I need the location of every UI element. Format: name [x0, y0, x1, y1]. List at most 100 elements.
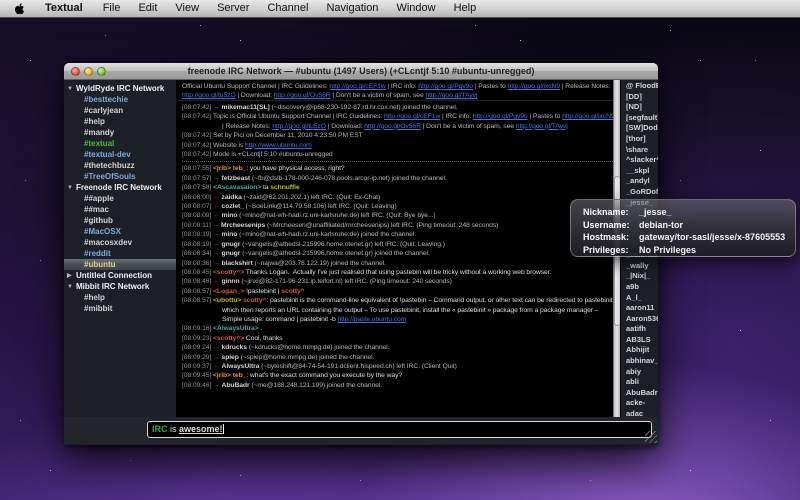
text-segment: ginnn: [222, 278, 240, 285]
text-segment: | Don't be a victim of spam, see: [331, 92, 426, 99]
menu-navigation[interactable]: Navigation: [317, 0, 387, 17]
sidebar-item-macosxdev[interactable]: #macosxdev: [64, 237, 176, 248]
text-segment: | Download:: [326, 123, 364, 130]
title-bar[interactable]: freenode IRC Network — #ubuntu (1497 Use…: [64, 63, 658, 80]
tooltip-label: Hostmask:: [583, 231, 639, 244]
list-item-user[interactable]: abli: [626, 377, 658, 388]
apple-menu-icon[interactable]: [14, 3, 26, 15]
message-line: [08:09:45] <jrib> teb_: what's the exact…: [182, 371, 617, 380]
sidebar-item-mibbit[interactable]: #mibbit: [64, 303, 176, 314]
triangle-down-icon[interactable]: ▼: [67, 284, 76, 290]
sidebar-item-TreeOfSouls[interactable]: #TreeOfSouls: [64, 171, 176, 182]
message-line: [08:07:57] → fetzbeast (~fb@dslb-178-000…: [182, 174, 617, 183]
sidebar-item-MacOSX[interactable]: #MacOSX: [64, 226, 176, 237]
list-item-user[interactable]: \share: [626, 145, 658, 156]
server-group-mibbit-irc-network[interactable]: ▼Mibbit IRC Network: [64, 281, 176, 292]
menu-file[interactable]: File: [94, 0, 130, 17]
timestamp: [08:08:34]: [182, 250, 213, 257]
message-line: [08:08:19] ← gnugr (~vangelis@athedsl-21…: [182, 240, 617, 249]
list-item-user[interactable]: Aaron5367|detach: [626, 314, 658, 325]
link[interactable]: http://goo.gl/tu5zO: [182, 92, 236, 99]
message-line: [08:07:42] → mikemac11[SL] (~discovery@i…: [182, 103, 617, 112]
sidebar-item-apple[interactable]: ##apple: [64, 193, 176, 204]
link[interactable]: http://goo.gl/Pgv9o: [473, 113, 528, 120]
message-line: [08:09:23] <scotty^> Cool, thanks: [182, 334, 617, 343]
list-item-user[interactable]: acke-: [626, 398, 658, 409]
sidebar-item-besttechie[interactable]: #besttechie: [64, 94, 176, 105]
tooltip-label: Privileges:: [583, 244, 639, 257]
list-item-user[interactable]: __skpl: [626, 166, 658, 177]
server-group-untitled-connection[interactable]: ▶Untitled Connection: [64, 270, 176, 281]
list-item-user[interactable]: _GoRDoN_: [626, 187, 658, 198]
triangle-down-icon[interactable]: ▼: [67, 185, 76, 191]
link[interactable]: http://goo.gl/cEF1w: [329, 83, 385, 90]
sidebar-item-textual-dev[interactable]: #textual-dev: [64, 149, 176, 160]
server-group-label: Freenode IRC Network: [76, 183, 162, 192]
server-group-freenode-irc-network[interactable]: ▼Freenode IRC Network: [64, 182, 176, 193]
menu-window[interactable]: Window: [387, 0, 444, 17]
link[interactable]: http://goo.gl/Pgv9o: [418, 83, 473, 90]
timestamp: [08:09:37]: [182, 363, 213, 370]
text-segment: teb_: [233, 165, 247, 172]
text-segment: ←: [213, 222, 222, 229]
timestamp: [08:08:46]: [182, 278, 213, 285]
menu-edit[interactable]: Edit: [129, 0, 166, 17]
list-item-user[interactable]: @ FloodBot2: [626, 81, 658, 92]
link[interactable]: http://goo.gl/Ov56R: [274, 92, 331, 99]
list-item-user[interactable]: A_l_: [626, 293, 658, 304]
list-item-user[interactable]: [thor]: [626, 134, 658, 145]
triangle-right-icon[interactable]: ▶: [67, 272, 76, 279]
list-item-user[interactable]: _wally: [626, 261, 658, 272]
list-item-user[interactable]: abiy: [626, 367, 658, 378]
list-item-user[interactable]: AbuBadr: [626, 388, 658, 399]
list-item-user[interactable]: AB3LS: [626, 335, 658, 346]
link[interactable]: http://goo.gl/TAyvj: [516, 123, 568, 130]
text-segment: gnugr: [222, 241, 241, 248]
list-item-user[interactable]: adac: [626, 409, 658, 417]
link[interactable]: http://goo.gl/TAyvj: [425, 92, 477, 99]
sidebar-item-github[interactable]: #github: [64, 215, 176, 226]
list-item-user[interactable]: [DD]: [626, 92, 658, 103]
link[interactable]: http://goo.gl/cEF1w: [384, 113, 440, 120]
message-input[interactable]: IRC is awesome!: [147, 421, 652, 438]
menu-server[interactable]: Server: [208, 0, 258, 17]
message-line: [08:07:42] Website is http://www.ubuntu.…: [182, 141, 617, 150]
triangle-down-icon[interactable]: ▼: [67, 86, 76, 92]
menu-help[interactable]: Help: [445, 0, 486, 17]
sidebar-item-help[interactable]: #help: [64, 116, 176, 127]
menu-textual[interactable]: Textual: [36, 0, 94, 17]
list-item-user[interactable]: Abhijit: [626, 345, 658, 356]
link[interactable]: http://goo.gl/Ov56R: [364, 123, 421, 130]
resize-grip-icon[interactable]: [645, 431, 657, 443]
text-segment: →: [213, 354, 222, 361]
sidebar-item-carlyjean[interactable]: #carlyjean: [64, 105, 176, 116]
sidebar-item-mac[interactable]: ##mac: [64, 204, 176, 215]
timestamp: [08:08:09]: [182, 212, 213, 219]
menu-channel[interactable]: Channel: [258, 0, 317, 17]
link[interactable]: http://goo.gl/ixcN9: [562, 113, 615, 120]
server-group-wyldryde-irc-network[interactable]: ▼WyldRyde IRC Network: [64, 83, 176, 94]
list-item-user[interactable]: a9b: [626, 282, 658, 293]
list-item-user[interactable]: _andyl: [626, 176, 658, 187]
sidebar-item-reddit[interactable]: #reddit: [64, 248, 176, 259]
link[interactable]: http://paste.ubuntu.com: [337, 316, 406, 323]
list-item-user[interactable]: aaron11: [626, 303, 658, 314]
list-item-user[interactable]: [segfault]: [626, 113, 658, 124]
list-item-user[interactable]: [ND]: [626, 102, 658, 113]
sidebar-item-mandy[interactable]: #mandy: [64, 127, 176, 138]
sidebar-item-ubuntu[interactable]: #ubuntu: [64, 259, 176, 270]
link[interactable]: http://goo.gl/ixcN9: [508, 83, 561, 90]
sidebar-item-help[interactable]: #help: [64, 292, 176, 303]
text-segment: Set by Pici on December 11, 2010 4:23:50…: [213, 132, 363, 139]
list-item-user[interactable]: [SW]Dodge`oFF: [626, 123, 658, 134]
list-item-user[interactable]: ^slacker^: [626, 155, 658, 166]
sidebar-item-thetechbuzz[interactable]: #thetechbuzz: [64, 160, 176, 171]
link[interactable]: http://goo.gl/tu5zO: [272, 123, 326, 130]
message-line: [08:09:16] <AlwaysUltra> .: [182, 324, 617, 333]
list-item-user[interactable]: abhinav_singh: [626, 356, 658, 367]
list-item-user[interactable]: aatifh: [626, 324, 658, 335]
link[interactable]: http://www.ubuntu.com: [245, 142, 312, 149]
list-item-user[interactable]: _|Nix|_: [626, 271, 658, 282]
menu-view[interactable]: View: [166, 0, 208, 17]
sidebar-item-textual[interactable]: #textual: [64, 138, 176, 149]
